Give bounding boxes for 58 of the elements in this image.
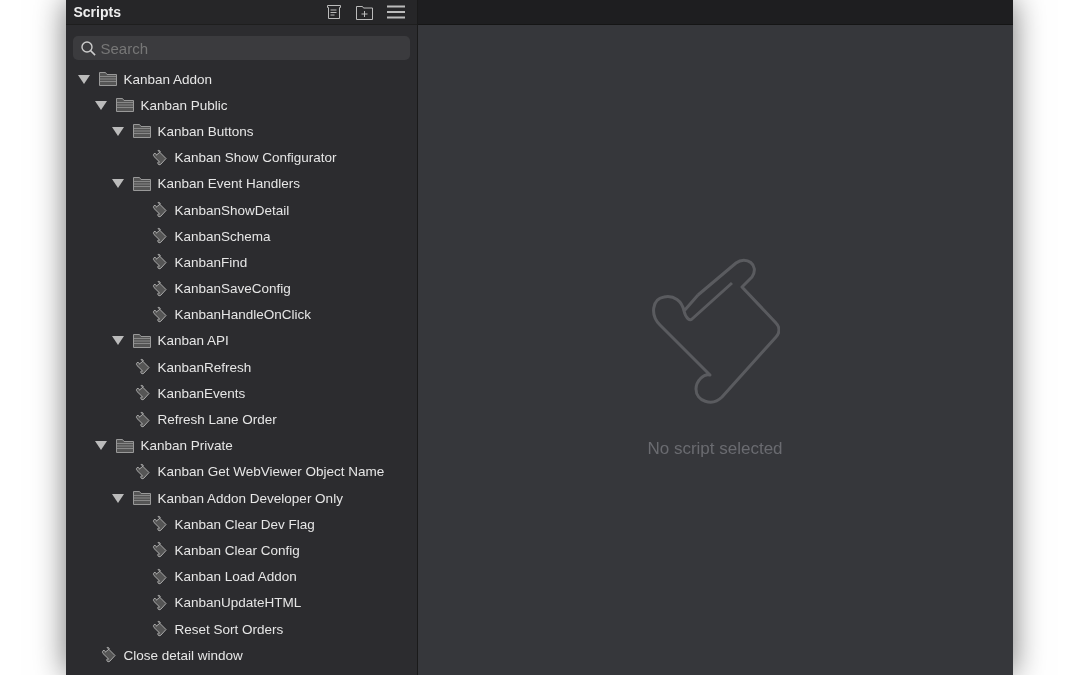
folder-icon [98,72,117,87]
script-item[interactable]: KanbanHandleOnClick [174,307,312,323]
scroll-icon [151,593,168,612]
scroll-icon [100,646,117,665]
scroll-icon [151,541,168,560]
new-folder-icon[interactable] [355,4,373,20]
script-item[interactable]: Kanban Clear Dev Flag [174,516,315,532]
scroll-icon [151,567,168,586]
scroll-icon [134,358,151,377]
search-field[interactable]: Search [72,36,410,60]
scroll-icon [151,515,168,534]
folder-icon [132,124,151,139]
scroll-icon [134,384,151,403]
folder-item[interactable]: Kanban Private [140,438,233,454]
scroll-icon [151,227,168,246]
folder-item[interactable]: Kanban API [157,333,229,349]
script-item[interactable]: KanbanSaveConfig [174,281,291,297]
disclosure-triangle[interactable] [94,441,107,451]
folder-icon [132,491,151,506]
script-item[interactable]: Reset Sort Orders [174,621,284,637]
script-item[interactable]: KanbanEvents [157,385,246,401]
scroll-icon [134,410,151,429]
script-item[interactable]: KanbanUpdateHTML [174,595,302,611]
folder-icon [115,438,134,453]
scroll-icon [151,305,168,324]
folder-item[interactable]: Kanban Event Handlers [157,176,301,192]
menu-icon[interactable] [386,5,405,19]
folder-icon [115,98,134,113]
disclosure-triangle[interactable] [94,100,107,110]
script-item[interactable]: KanbanSchema [174,228,271,244]
script-item[interactable]: Kanban Show Configurator [174,150,337,166]
scroll-icon [151,253,168,272]
folder-item[interactable]: Kanban Addon Developer Only [157,490,343,506]
scroll-icon [151,148,168,167]
script-item[interactable]: Kanban Get WebViewer Object Name [157,464,385,480]
folder-item[interactable]: Kanban Buttons [157,123,254,139]
script-item[interactable]: Refresh Lane Order [157,412,277,428]
scroll-icon [134,462,151,481]
script-item[interactable]: KanbanFind [174,254,248,270]
disclosure-triangle[interactable] [111,179,124,189]
disclosure-triangle[interactable] [77,74,90,84]
script-item[interactable]: KanbanShowDetail [174,202,290,218]
script-item[interactable]: Close detail window [123,647,243,663]
disclosure-triangle[interactable] [111,126,124,136]
folder-icon [132,333,151,348]
panel-title: Scripts [73,4,121,20]
scroll-icon [151,279,168,298]
folder-icon [132,176,151,191]
script-item[interactable]: Kanban Load Addon [174,569,297,585]
scroll-icon [151,620,168,639]
disclosure-triangle[interactable] [111,493,124,503]
document-icon[interactable] [325,4,342,20]
scroll-icon [151,201,168,220]
folder-item[interactable]: Kanban Addon [123,71,213,87]
script-item[interactable]: Kanban Clear Config [174,542,300,558]
script-item[interactable]: KanbanRefresh [157,359,252,375]
folder-item[interactable]: Kanban Public [140,97,228,113]
disclosure-triangle[interactable] [111,336,124,346]
